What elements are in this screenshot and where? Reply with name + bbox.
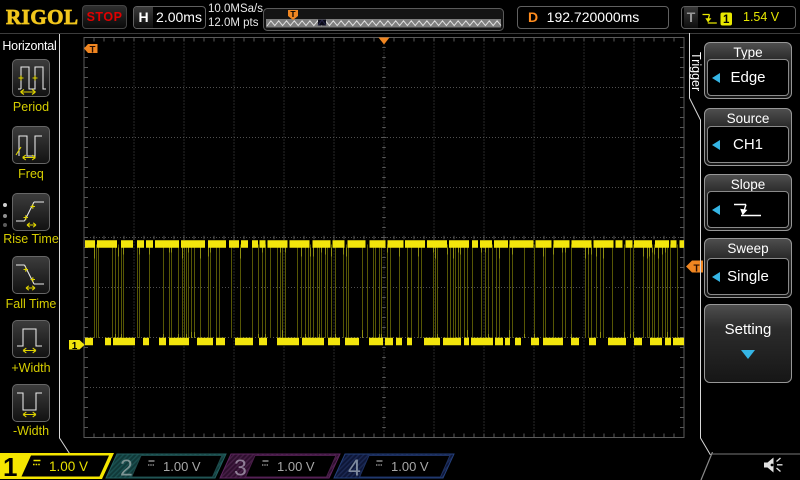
svg-text:1: 1 xyxy=(723,14,730,26)
svg-text:1: 1 xyxy=(72,341,78,352)
svg-text:1.00 V: 1.00 V xyxy=(163,459,201,474)
svg-text:1.00 V: 1.00 V xyxy=(391,459,429,474)
svg-text:2: 2 xyxy=(120,455,133,480)
svg-text:T: T xyxy=(290,9,296,19)
svg-text:3: 3 xyxy=(234,455,247,480)
svg-text:1.00 V: 1.00 V xyxy=(277,459,315,474)
svg-text:T: T xyxy=(90,44,96,55)
svg-text:1: 1 xyxy=(3,452,17,480)
svg-text:1.00 V: 1.00 V xyxy=(49,459,88,474)
svg-text:4: 4 xyxy=(348,455,361,480)
